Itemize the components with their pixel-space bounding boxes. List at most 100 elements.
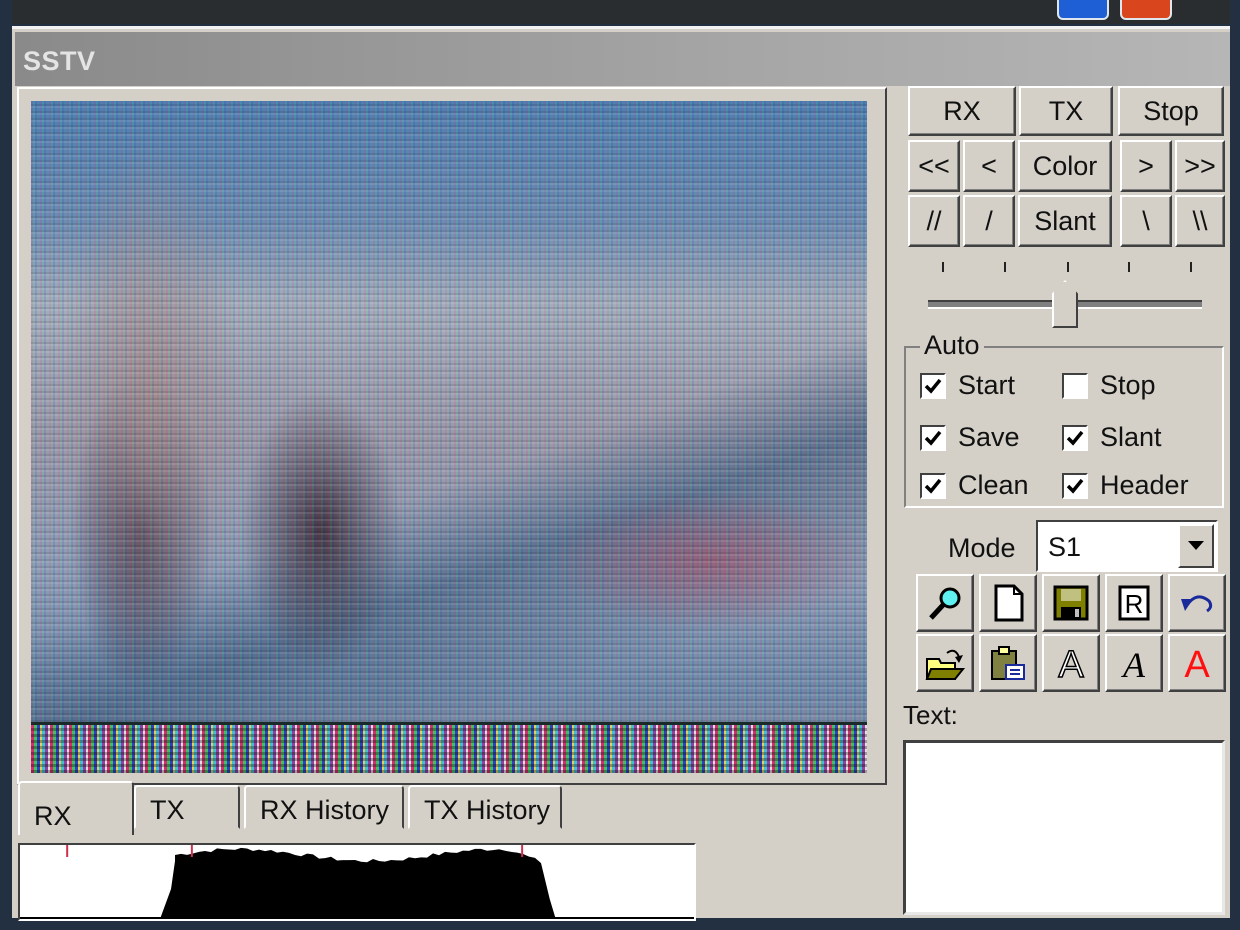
paste-button[interactable] [979, 634, 1037, 692]
text-input[interactable] [903, 740, 1225, 915]
rx-button[interactable]: RX [908, 86, 1016, 136]
slant-left-label: / [985, 205, 993, 236]
checkbox-label: Clean [958, 470, 1029, 500]
slider-tick [1067, 262, 1069, 272]
slant-button[interactable]: Slant [1018, 195, 1112, 247]
checkbox-label: Header [1100, 470, 1189, 500]
checkmark-icon [1066, 478, 1084, 494]
save-button[interactable] [1042, 574, 1100, 632]
tab-rx-history[interactable]: RX History [244, 785, 404, 829]
slant-right-double-label: \\ [1192, 205, 1208, 236]
slant-right-label: \ [1142, 205, 1150, 236]
undo-button[interactable] [1168, 574, 1226, 632]
new-button[interactable] [979, 574, 1037, 632]
adjust-slider[interactable] [910, 262, 1210, 332]
color-button[interactable]: Color [1018, 140, 1112, 192]
color-label: Color [1032, 150, 1098, 181]
zoom-button[interactable] [916, 574, 974, 632]
mode-select[interactable]: S1 [1036, 520, 1218, 572]
checkbox-box [1062, 372, 1088, 399]
r-box-icon: R [1118, 585, 1150, 621]
image-panel [17, 87, 887, 785]
dropdown-arrow-icon[interactable] [1178, 524, 1214, 568]
forward-button[interactable]: > [1120, 140, 1172, 192]
checkbox-label: Start [958, 370, 1016, 400]
svg-text:R: R [1125, 589, 1144, 619]
back-button[interactable]: < [963, 140, 1015, 192]
checkbox-box [920, 424, 946, 451]
r-button[interactable]: R [1105, 574, 1163, 632]
paste-clipboard-icon [991, 646, 1025, 680]
tab-tx-label: TX [150, 795, 185, 825]
checkbox-label: Stop [1100, 370, 1156, 400]
checkbox-box [1062, 472, 1088, 499]
forward-label: > [1138, 150, 1154, 181]
new-document-icon [994, 584, 1024, 622]
fast-back-button[interactable]: << [908, 140, 960, 192]
tx-button-label: TX [1048, 95, 1084, 126]
close-button[interactable] [1120, 0, 1172, 20]
checkbox-box [920, 472, 946, 499]
unreceived-noise-band [31, 722, 867, 773]
auto-start-checkbox[interactable]: Start [920, 370, 1015, 401]
checkmark-icon [1066, 430, 1084, 446]
outline-font-icon: A [1058, 643, 1086, 683]
rx-button-label: RX [943, 95, 981, 126]
auto-clean-checkbox[interactable]: Clean [920, 470, 1029, 501]
received-sstv-image[interactable] [31, 101, 867, 773]
image-noise [31, 101, 867, 773]
checkmark-icon [924, 378, 942, 394]
font-color-button[interactable]: A [1168, 634, 1226, 692]
tab-rx-history-label: RX History [260, 795, 390, 825]
checkmark-icon [924, 478, 942, 494]
slant-left-double-button[interactable]: // [908, 195, 960, 247]
tab-tx[interactable]: TX [134, 785, 240, 829]
save-disk-icon [1053, 585, 1089, 621]
open-button[interactable] [916, 634, 974, 692]
svg-text:A: A [1058, 644, 1084, 683]
tab-strip: RX TX RX History TX History [18, 781, 578, 835]
auto-group-label: Auto [920, 330, 984, 361]
fast-back-label: << [918, 150, 950, 181]
auto-save-checkbox[interactable]: Save [920, 422, 1020, 453]
undo-icon [1181, 595, 1213, 613]
back-label: < [981, 150, 997, 181]
italic-font-icon: A [1121, 645, 1146, 683]
minimize-button[interactable] [1057, 0, 1109, 20]
mode-value: S1 [1048, 532, 1082, 562]
tab-tx-history[interactable]: TX History [408, 785, 562, 829]
font-italic-button[interactable]: A [1105, 634, 1163, 692]
auto-slant-checkbox[interactable]: Slant [1062, 422, 1162, 453]
spectrum-graph [20, 845, 694, 919]
auto-stop-checkbox[interactable]: Stop [1062, 370, 1156, 401]
magnifier-icon [929, 587, 961, 620]
window-title: SSTV [23, 46, 96, 76]
tx-button[interactable]: TX [1019, 86, 1113, 136]
audio-spectrum[interactable] [18, 843, 696, 921]
open-folder-icon [925, 649, 965, 680]
slant-left-double-label: // [926, 205, 942, 236]
checkbox-label: Slant [1100, 422, 1162, 452]
tab-rx-label: RX [34, 801, 72, 831]
font-outline-button[interactable]: A [1042, 634, 1100, 692]
spectrum-fill [20, 847, 694, 919]
svg-text:A: A [1121, 645, 1146, 683]
host-window-topbar [12, 0, 1230, 24]
slant-right-double-button[interactable]: \\ [1175, 195, 1225, 247]
auto-groupbox: Auto Start Stop Save Slant Clean Header [904, 330, 1224, 508]
slider-thumb[interactable] [1052, 280, 1078, 328]
auto-header-checkbox[interactable]: Header [1062, 470, 1189, 501]
slider-tick [1190, 262, 1192, 272]
tab-rx[interactable]: RX [18, 781, 134, 835]
slider-tick [942, 262, 944, 272]
stop-button-label: Stop [1143, 95, 1199, 126]
checkmark-icon [924, 430, 942, 446]
slant-left-button[interactable]: / [963, 195, 1015, 247]
title-bar: SSTV [15, 32, 1230, 86]
stop-button[interactable]: Stop [1118, 86, 1224, 136]
mode-label: Mode [948, 533, 1016, 563]
red-font-icon: A [1184, 644, 1210, 683]
slant-right-button[interactable]: \ [1120, 195, 1172, 247]
fast-forward-label: >> [1184, 150, 1216, 181]
fast-forward-button[interactable]: >> [1175, 140, 1225, 192]
